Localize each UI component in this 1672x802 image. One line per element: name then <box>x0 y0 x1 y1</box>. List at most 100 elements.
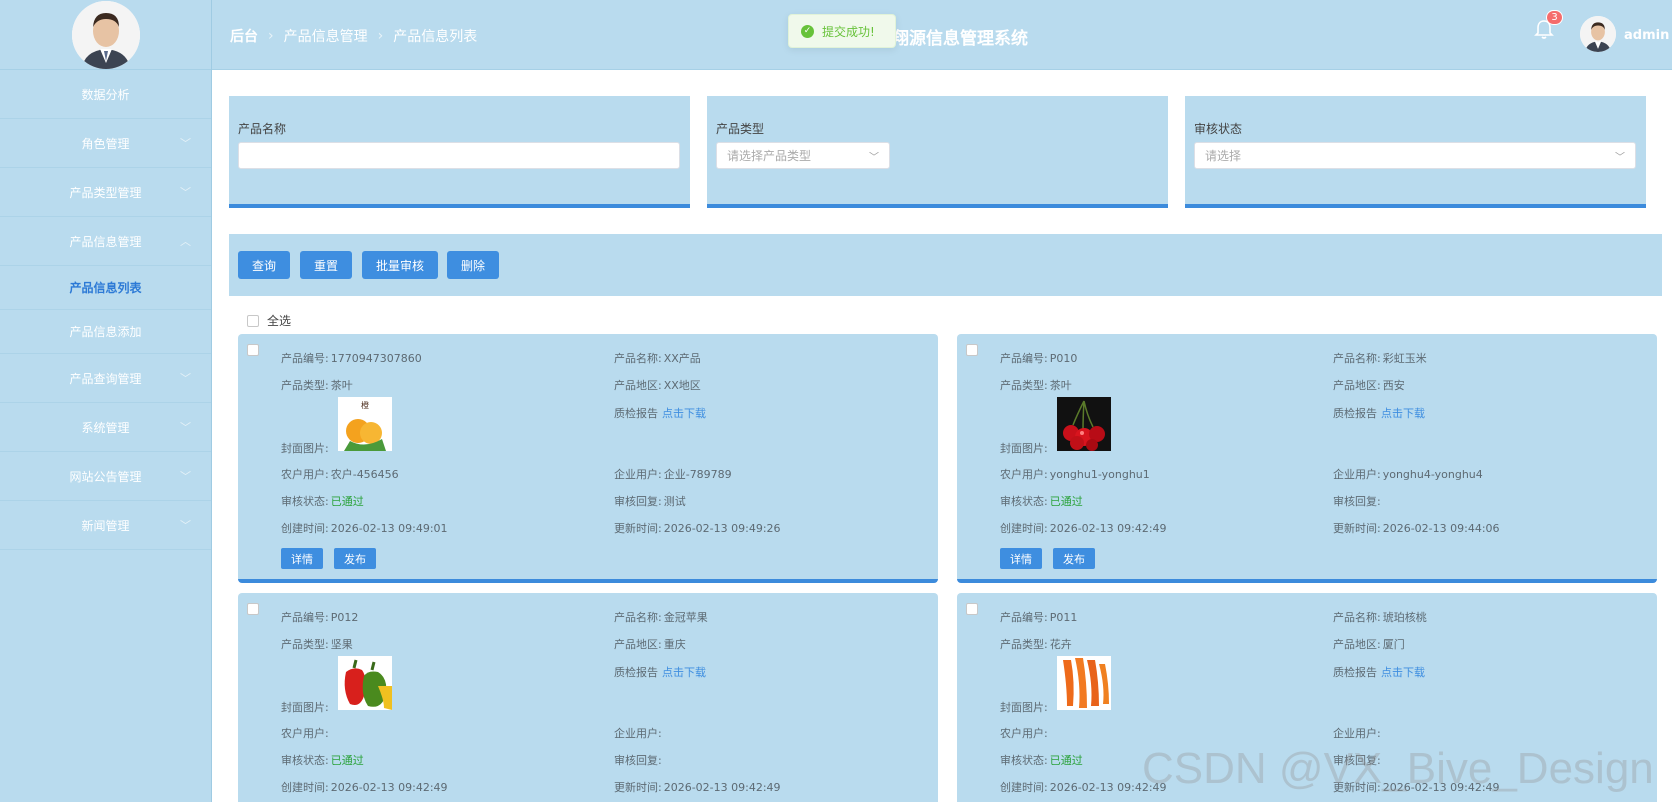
cover-image-label: 封面图片: <box>281 701 329 714</box>
filter-label: 产品类型 <box>716 122 765 136</box>
breadcrumb-item[interactable]: 产品信息管理 <box>284 26 368 46</box>
quality-report: 质检报告 点击下载 <box>1333 666 1425 679</box>
delete-button[interactable]: 删除 <box>447 251 499 279</box>
svg-text:橙: 橙 <box>361 400 369 410</box>
select-all[interactable]: 全选 <box>247 312 291 329</box>
status-badge: 已通过 <box>330 754 364 767</box>
updated-time: 更新时间: 2026-02-13 09:42:49 <box>614 781 781 794</box>
review-status: 审核状态: 已通过 <box>281 495 364 508</box>
header-username[interactable]: admin <box>1624 28 1669 43</box>
farmer-user: 农户用户: yonghu1-yonghu1 <box>1000 468 1150 481</box>
sidebar-item-product-info-management[interactable]: 产品信息管理 ︿ <box>0 217 211 266</box>
action-bar: 查询 重置 批量审核 删除 <box>229 234 1662 296</box>
status-badge: 已通过 <box>1049 495 1083 508</box>
query-button[interactable]: 查询 <box>238 251 290 279</box>
sidebar-item-label: 角色管理 <box>81 136 130 151</box>
product-code: 产品编号: P010 <box>1000 352 1078 365</box>
product-region: 产品地区: 厦门 <box>1333 638 1405 651</box>
chevron-down-icon: ﹀ <box>1615 152 1625 163</box>
breadcrumb-separator-icon: › <box>377 28 384 44</box>
product-type: 产品类型: 花卉 <box>1000 638 1072 651</box>
detail-button[interactable]: 详情 <box>1000 548 1042 569</box>
sidebar-item-label: 产品信息列表 <box>69 281 142 295</box>
user-avatar-icon <box>1580 16 1616 52</box>
filter-product-name: 产品名称 <box>229 96 690 208</box>
product-type: 产品类型: 茶叶 <box>1000 379 1072 392</box>
sidebar-item-announcement-management[interactable]: 网站公告管理 ﹀ <box>0 452 211 501</box>
product-checkbox[interactable] <box>966 603 978 615</box>
product-checkbox[interactable] <box>247 603 259 615</box>
created-time: 创建时间: 2026-02-13 09:42:49 <box>281 781 448 794</box>
company-user: 企业用户: yonghu4-yonghu4 <box>1333 468 1483 481</box>
sidebar-item-data-analysis[interactable]: 数据分析 <box>0 70 211 119</box>
sidebar-item-label: 产品信息添加 <box>69 325 142 339</box>
product-type-select[interactable]: 请选择产品类型 ﹀ <box>716 142 890 169</box>
filter-label: 产品名称 <box>238 122 287 136</box>
product-code: 产品编号: P011 <box>1000 611 1078 624</box>
chevron-down-icon: ﹀ <box>180 470 191 483</box>
sidebar-item-label: 产品查询管理 <box>69 371 142 386</box>
quality-report: 质检报告 点击下载 <box>614 666 706 679</box>
download-link[interactable]: 点击下载 <box>1381 666 1425 679</box>
system-title: 翔源信息管理系统 <box>892 29 1028 49</box>
company-user: 企业用户: <box>1333 727 1381 740</box>
updated-time: 更新时间: 2026-02-13 09:49:26 <box>614 522 781 535</box>
product-checkbox[interactable] <box>966 344 978 356</box>
sidebar-item-product-info-add[interactable]: 产品信息添加 <box>0 310 211 354</box>
product-type: 产品类型: 坚果 <box>281 638 353 651</box>
sidebar-item-system-management[interactable]: 系统管理 ﹀ <box>0 403 211 452</box>
avatar <box>71 0 140 69</box>
product-region: 产品地区: 重庆 <box>614 638 686 651</box>
product-card: 产品编号: 1770947307860 产品名称: XX产品 产品类型: 茶叶 产品地… <box>238 334 938 583</box>
carrot-icon <box>1057 656 1111 710</box>
publish-button[interactable]: 发布 <box>334 548 376 569</box>
review-status-select[interactable]: 请选择 ﹀ <box>1194 142 1636 169</box>
detail-button[interactable]: 详情 <box>281 548 323 569</box>
sidebar-item-product-type-management[interactable]: 产品类型管理 ﹀ <box>0 168 211 217</box>
download-link[interactable]: 点击下载 <box>662 407 706 420</box>
breadcrumb-item-current: 产品信息列表 <box>393 29 478 45</box>
product-code: 产品编号: P012 <box>281 611 359 624</box>
review-status: 审核状态: 已通过 <box>1000 754 1083 767</box>
sidebar-item-label: 系统管理 <box>81 420 130 435</box>
header-avatar[interactable] <box>1580 16 1616 52</box>
chevron-down-icon: ﹀ <box>180 421 191 434</box>
chevron-down-icon: ﹀ <box>180 137 191 150</box>
product-card: 产品编号: P012 产品名称: 金冠苹果 产品类型: 坚果 产品地区: 重庆 质检报告… <box>238 593 938 802</box>
top-header: 后台 › 产品信息管理 › 产品信息列表 翔源信息管理系统 ✓ 提交成功! 3 … <box>212 0 1672 70</box>
sidebar-item-news-management[interactable]: 新闻管理 ﹀ <box>0 501 211 550</box>
filter-label: 审核状态 <box>1194 122 1243 136</box>
download-link[interactable]: 点击下载 <box>662 666 706 679</box>
select-placeholder: 请选择产品类型 <box>727 149 812 163</box>
product-checkbox[interactable] <box>247 344 259 356</box>
cover-image-label: 封面图片: <box>281 442 329 455</box>
status-badge: 已通过 <box>1049 754 1083 767</box>
sidebar-item-label: 产品类型管理 <box>69 185 142 200</box>
filter-review-status: 审核状态 请选择 ﹀ <box>1185 96 1646 208</box>
batch-review-button[interactable]: 批量审核 <box>362 251 438 279</box>
watermark: CSDN @VX_Bive_Design <box>1142 744 1654 793</box>
chevron-down-icon: ﹀ <box>869 152 879 163</box>
pepper-icon <box>338 656 392 710</box>
product-name-input[interactable] <box>238 142 680 169</box>
product-name: 产品名称: 彩虹玉米 <box>1333 352 1427 365</box>
notification-badge: 3 <box>1546 10 1563 25</box>
select-all-checkbox[interactable] <box>247 314 259 327</box>
farmer-user: 农户用户: <box>1000 727 1048 740</box>
product-region: 产品地区: 西安 <box>1333 379 1405 392</box>
review-reply: 审核回复: <box>1333 495 1381 508</box>
breadcrumb-home[interactable]: 后台 <box>230 26 258 46</box>
sidebar-item-product-info-list[interactable]: 产品信息列表 <box>0 266 211 310</box>
product-name: 产品名称: 金冠苹果 <box>614 611 708 624</box>
download-link[interactable]: 点击下载 <box>1381 407 1425 420</box>
reset-button[interactable]: 重置 <box>300 251 352 279</box>
publish-button[interactable]: 发布 <box>1053 548 1095 569</box>
product-card: 产品编号: P010 产品名称: 彩虹玉米 产品类型: 茶叶 产品地区: 西安 质检报告… <box>957 334 1657 583</box>
orange-icon: 橙 <box>338 397 392 451</box>
select-placeholder: 请选择 <box>1205 149 1242 163</box>
review-status: 审核状态: 已通过 <box>1000 495 1083 508</box>
sidebar-item-product-query-management[interactable]: 产品查询管理 ﹀ <box>0 354 211 403</box>
chevron-up-icon: ︿ <box>180 235 191 248</box>
sidebar-item-role-management[interactable]: 角色管理 ﹀ <box>0 119 211 168</box>
review-reply: 审核回复: <box>614 754 662 767</box>
